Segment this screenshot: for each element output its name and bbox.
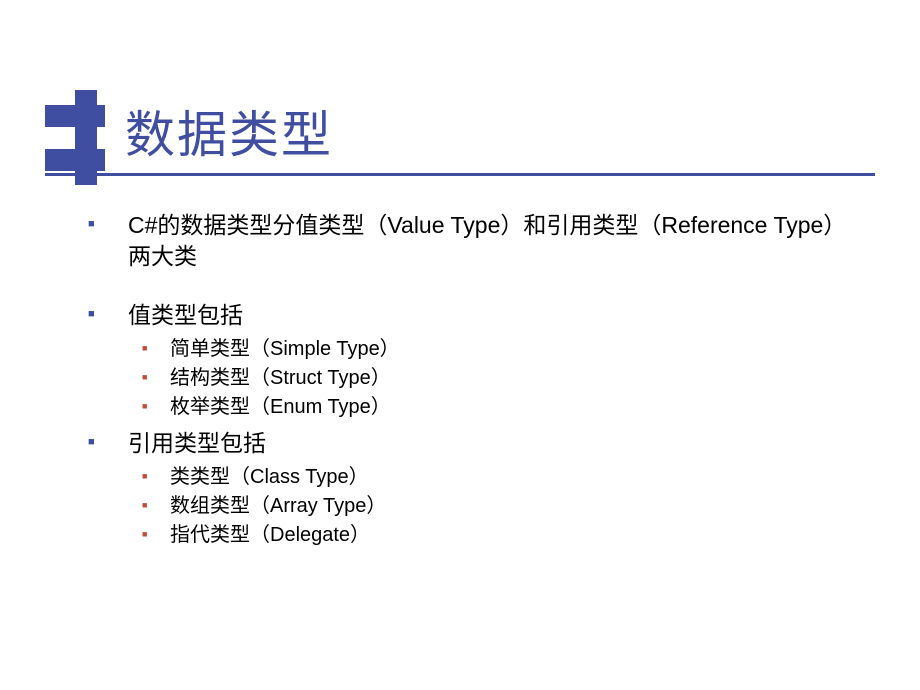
list-item: 枚举类型（Enum Type） (128, 393, 860, 422)
list-item: 简单类型（Simple Type） (128, 335, 860, 364)
sub-list: 简单类型（Simple Type） 结构类型（Struct Type） 枚举类型… (128, 335, 860, 422)
list-item-text: 值类型包括 (128, 302, 243, 328)
list-item: 指代类型（Delegate） (128, 521, 860, 550)
list-item-text: 数组类型（Array Type） (170, 495, 386, 517)
list-item-text: C#的数据类型分值类型（Value Type）和引用类型（Reference T… (128, 212, 846, 269)
slide-content: C#的数据类型分值类型（Value Type）和引用类型（Reference T… (0, 200, 920, 550)
title-area: 数据类型 (0, 0, 920, 200)
list-item-text: 类类型（Class Type） (170, 466, 369, 488)
sub-list: 类类型（Class Type） 数组类型（Array Type） 指代类型（De… (128, 463, 860, 550)
title-underline (45, 173, 875, 176)
slide-title: 数据类型 (125, 95, 333, 167)
list-item-text: 简单类型（Simple Type） (170, 338, 400, 360)
decoration-bar (75, 90, 97, 185)
list-item: 类类型（Class Type） (128, 463, 860, 492)
spacer (80, 278, 860, 300)
list-item: 数组类型（Array Type） (128, 492, 860, 521)
list-item-text: 指代类型（Delegate） (170, 524, 370, 546)
list-item: 引用类型包括 类类型（Class Type） 数组类型（Array Type） … (80, 428, 860, 550)
list-item-text: 引用类型包括 (128, 430, 266, 456)
list-item: 结构类型（Struct Type） (128, 364, 860, 393)
bullet-list: C#的数据类型分值类型（Value Type）和引用类型（Reference T… (80, 210, 860, 550)
list-item: 值类型包括 简单类型（Simple Type） 结构类型（Struct Type… (80, 300, 860, 422)
list-item-text: 枚举类型（Enum Type） (170, 396, 391, 418)
list-item-text: 结构类型（Struct Type） (170, 367, 391, 389)
list-item: C#的数据类型分值类型（Value Type）和引用类型（Reference T… (80, 210, 860, 272)
